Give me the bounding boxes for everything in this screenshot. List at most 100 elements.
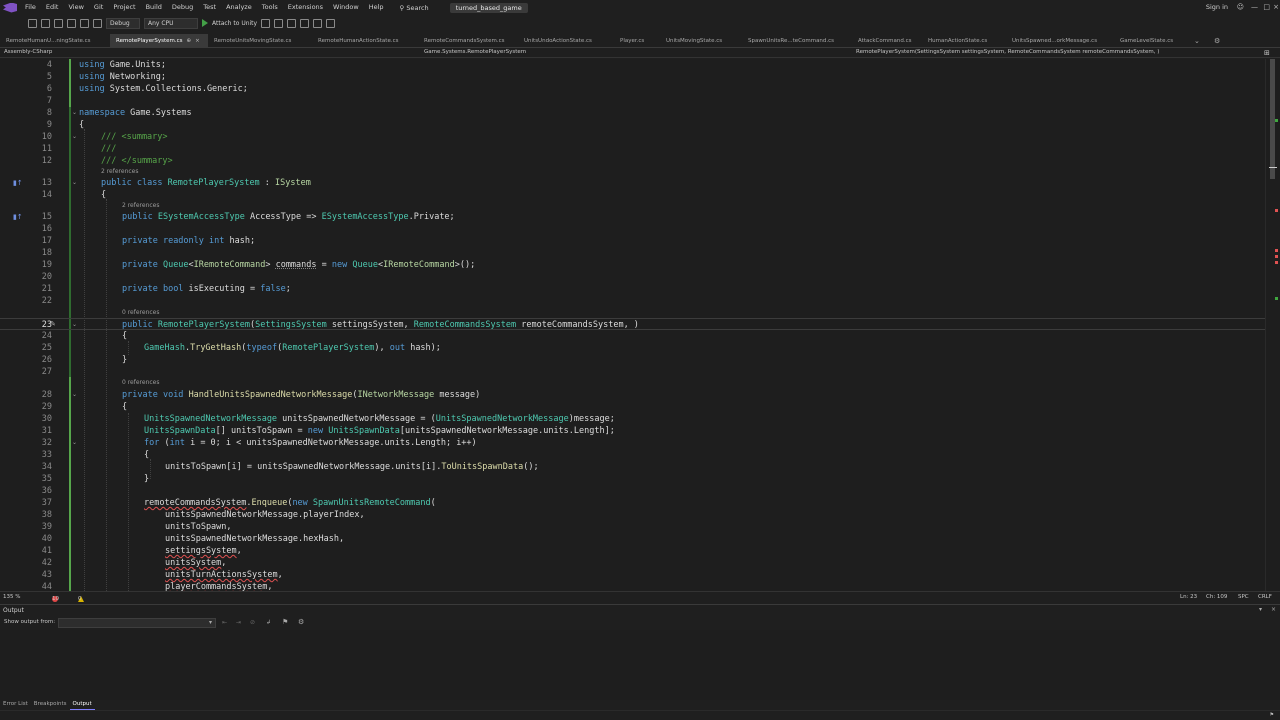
menu-analyze[interactable]: Analyze <box>221 0 257 15</box>
tab-overflow-icon[interactable]: ⌄ <box>1188 34 1208 48</box>
tab-player[interactable]: Player.cs <box>614 34 660 48</box>
member-dropdown[interactable]: RemotePlayerSystem(SettingsSystem settin… <box>856 49 1159 55</box>
tab-attack-command[interactable]: AttackCommand.cs <box>852 34 922 48</box>
notifications-icon[interactable]: ⚑ <box>1270 712 1274 718</box>
output-source-select[interactable]: ▾ <box>58 618 216 628</box>
bookmark-toolbar-icon[interactable] <box>326 18 336 28</box>
tab-error-list[interactable]: Error List <box>0 700 31 710</box>
tab-units-spawned-network-message[interactable]: UnitsSpawned...orkMessage.cs <box>1006 34 1114 48</box>
close-window-icon[interactable]: × <box>1273 3 1279 11</box>
panel-menu-icon[interactable]: ▾ <box>1259 606 1262 613</box>
pin-icon[interactable]: ⊕ <box>186 38 191 44</box>
split-editor-icon[interactable]: ⊞ <box>1264 49 1270 57</box>
tab-remote-human-running-state[interactable]: RemoteHumanU...ningState.cs <box>0 34 110 48</box>
hot-reload-icon[interactable] <box>274 18 284 28</box>
error-marker <box>1275 209 1278 212</box>
menu-git[interactable]: Git <box>89 0 108 15</box>
platform-select[interactable]: Any CPU <box>144 17 198 29</box>
attach-to-unity-button[interactable]: Attach to Unity <box>212 20 257 27</box>
collapse-icon[interactable]: ⌄ <box>72 177 77 189</box>
output-settings-icon[interactable]: ⚙ <box>298 618 304 626</box>
menu-edit[interactable]: Edit <box>41 0 64 15</box>
code-line: 15 public ESystemAccessType AccessType =… <box>0 211 1265 223</box>
tab-remote-commands-system[interactable]: RemoteCommandsSystem.cs <box>418 34 518 48</box>
menu-window[interactable]: Window <box>328 0 364 15</box>
line-number: 31 <box>41 426 52 436</box>
collapse-icon[interactable]: ⌄ <box>72 389 77 401</box>
code-text: unitsSpawnedNetworkMessage.hexHash, <box>165 534 345 544</box>
menu-test[interactable]: Test <box>198 0 221 15</box>
next-message-icon[interactable]: ⇥ <box>236 619 241 626</box>
code-text: /// <summary> <box>101 132 168 142</box>
tab-remote-player-system[interactable]: RemotePlayerSystem.cs ⊕ × <box>110 33 208 48</box>
search-box[interactable]: ⚲ Search <box>395 4 434 12</box>
app-status-bar: ⚑ <box>0 710 1280 720</box>
menu-file[interactable]: File <box>20 0 41 15</box>
save-all-icon[interactable] <box>67 18 76 28</box>
tab-spawn-units-remote-command[interactable]: SpawnUnitsRe...teCommand.cs <box>742 34 852 48</box>
codelens-references[interactable]: 2 references <box>122 201 160 211</box>
account-icon[interactable]: ☺ <box>1237 3 1244 11</box>
menu-debug[interactable]: Debug <box>167 0 198 15</box>
minimize-icon[interactable]: — <box>1251 3 1258 11</box>
column-indicator[interactable]: Ch: 109 <box>1206 594 1227 600</box>
line-number: 14 <box>41 190 52 200</box>
codelens-references[interactable]: 0 references <box>122 378 160 388</box>
codelens-references[interactable]: 0 references <box>122 308 160 318</box>
tab-remote-human-action-state[interactable]: RemoteHumanActionState.cs <box>312 34 418 48</box>
line-number: 32 <box>41 438 52 448</box>
code-text: using Game.Units; <box>79 60 167 70</box>
tab-remote-units-moving-state[interactable]: RemoteUnitsMovingState.cs <box>208 34 312 48</box>
menu-help[interactable]: Help <box>364 0 389 15</box>
new-project-icon[interactable] <box>28 18 37 28</box>
code-text: using Networking; <box>79 72 167 82</box>
menu-build[interactable]: Build <box>141 0 167 15</box>
close-tab-icon[interactable]: × <box>195 38 200 44</box>
type-dropdown[interactable]: Game.Systems.RemotePlayerSystem <box>424 49 526 55</box>
tab-units-undo-action-state[interactable]: UnitsUndoActionState.cs <box>518 34 614 48</box>
whitespace-indicator[interactable]: SPC <box>1238 594 1249 600</box>
code-line: 26 } <box>0 354 1265 366</box>
panel-close-icon[interactable]: × <box>1271 606 1276 613</box>
tab-human-action-state[interactable]: HumanActionState.cs <box>922 34 1006 48</box>
configuration-select[interactable]: Debug <box>106 17 140 29</box>
toolbar-extra-icon[interactable] <box>287 18 297 28</box>
redo-icon[interactable] <box>93 18 102 28</box>
menu-view[interactable]: View <box>63 0 88 15</box>
collapse-icon[interactable]: ⌄ <box>72 107 77 119</box>
find-message-icon[interactable]: ⇤ <box>222 619 227 626</box>
sign-in-link[interactable]: Sign in <box>1206 3 1228 11</box>
line-ending-indicator[interactable]: CRLF <box>1258 594 1272 600</box>
tab-output[interactable]: Output <box>69 700 95 710</box>
settings-icon[interactable]: ⚙ <box>1208 34 1226 48</box>
menu-project[interactable]: Project <box>108 0 140 15</box>
project-dropdown[interactable]: Assembly-CSharp <box>4 49 52 55</box>
comment-icon[interactable] <box>300 18 310 28</box>
output-text-area[interactable] <box>0 630 1280 700</box>
code-line: 43 unitsTurnActionsSystem, <box>0 569 1265 581</box>
codelens-references[interactable]: 2 references <box>101 167 139 177</box>
tab-units-moving-state[interactable]: UnitsMovingState.cs <box>660 34 742 48</box>
start-without-debug-icon[interactable] <box>261 18 271 28</box>
open-file-icon[interactable] <box>41 18 50 28</box>
menu-tools[interactable]: Tools <box>257 0 283 15</box>
menu-extensions[interactable]: Extensions <box>283 0 328 15</box>
play-icon[interactable] <box>202 19 208 27</box>
save-icon[interactable] <box>54 18 63 28</box>
clear-all-icon[interactable]: ⊘ <box>250 619 255 626</box>
tab-breakpoints[interactable]: Breakpoints <box>31 700 70 710</box>
maximize-icon[interactable]: □ <box>1263 3 1270 11</box>
tab-game-level-state[interactable]: GameLevelState.cs <box>1114 34 1188 48</box>
code-line: 7 <box>0 95 1265 107</box>
line-number: 13 <box>41 178 52 188</box>
vertical-scrollbar[interactable] <box>1265 59 1280 591</box>
zoom-level[interactable]: 135 % <box>3 594 20 600</box>
collapse-icon[interactable]: ⌄ <box>72 131 77 143</box>
undo-icon[interactable] <box>80 18 89 28</box>
uncomment-icon[interactable] <box>313 18 323 28</box>
line-indicator[interactable]: Ln: 23 <box>1180 594 1197 600</box>
lock-scroll-icon[interactable]: ⚑ <box>282 618 288 626</box>
collapse-icon[interactable]: ⌄ <box>72 437 77 449</box>
word-wrap-icon[interactable]: ↲ <box>266 619 271 626</box>
code-editor[interactable]: ▮↑ ▮↑ ✎ 4 using Game.Units; 5 using Netw… <box>0 59 1280 591</box>
